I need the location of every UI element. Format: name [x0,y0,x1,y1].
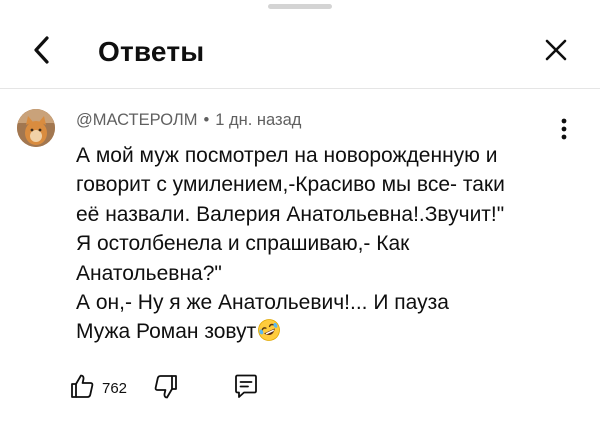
reply-button[interactable] [230,372,262,404]
comment-line: Анатольевна?" [76,261,222,285]
like-button[interactable]: 762 [68,372,127,404]
comment-line: А он,- Ну я же Анатольевич!... И пауза [76,291,449,315]
avatar[interactable] [17,109,55,147]
meta-separator: • [203,111,210,129]
comment-meta: @МАСТЕРОЛМ • 1 дн. назад [76,111,301,130]
header: Ответы [0,20,600,86]
like-count: 762 [102,379,128,397]
comment-line: А мой муж посмотрел на новорожденную и [76,144,498,167]
comment-line: её назвали. Валерия Анатольевна!.Звучит!… [76,202,505,226]
close-button[interactable] [536,32,576,72]
comment-line: говорит с умилением,-Красиво мы все- так… [76,173,505,197]
comment-line-last: Мужа Роман зовут [76,317,576,350]
comment-line-text: Мужа Роман зовут [76,320,257,344]
replies-sheet: Ответы @МАСТЕРОЛМ • 1 дн. назад А мой му… [0,0,600,432]
comment-author[interactable]: @МАСТЕРОЛМ [76,111,197,129]
comment-time: 1 дн. назад [215,111,302,129]
chevron-left-icon [31,35,53,70]
rolling-on-floor-laughing-emoji [257,318,281,350]
close-icon [544,38,568,67]
page-title: Ответы [98,36,205,67]
header-divider [0,88,600,89]
thumbs-down-icon [152,372,180,405]
comment-icon [232,372,260,405]
drag-handle[interactable] [268,4,332,9]
comment-text: А мой муж посмотрел на новорожденную и г… [76,141,576,351]
back-button[interactable] [22,32,62,72]
dislike-button[interactable] [150,372,182,404]
comment-line: Я остолбенела и спрашиваю,- Как [76,232,410,256]
thumbs-up-icon [68,372,96,405]
